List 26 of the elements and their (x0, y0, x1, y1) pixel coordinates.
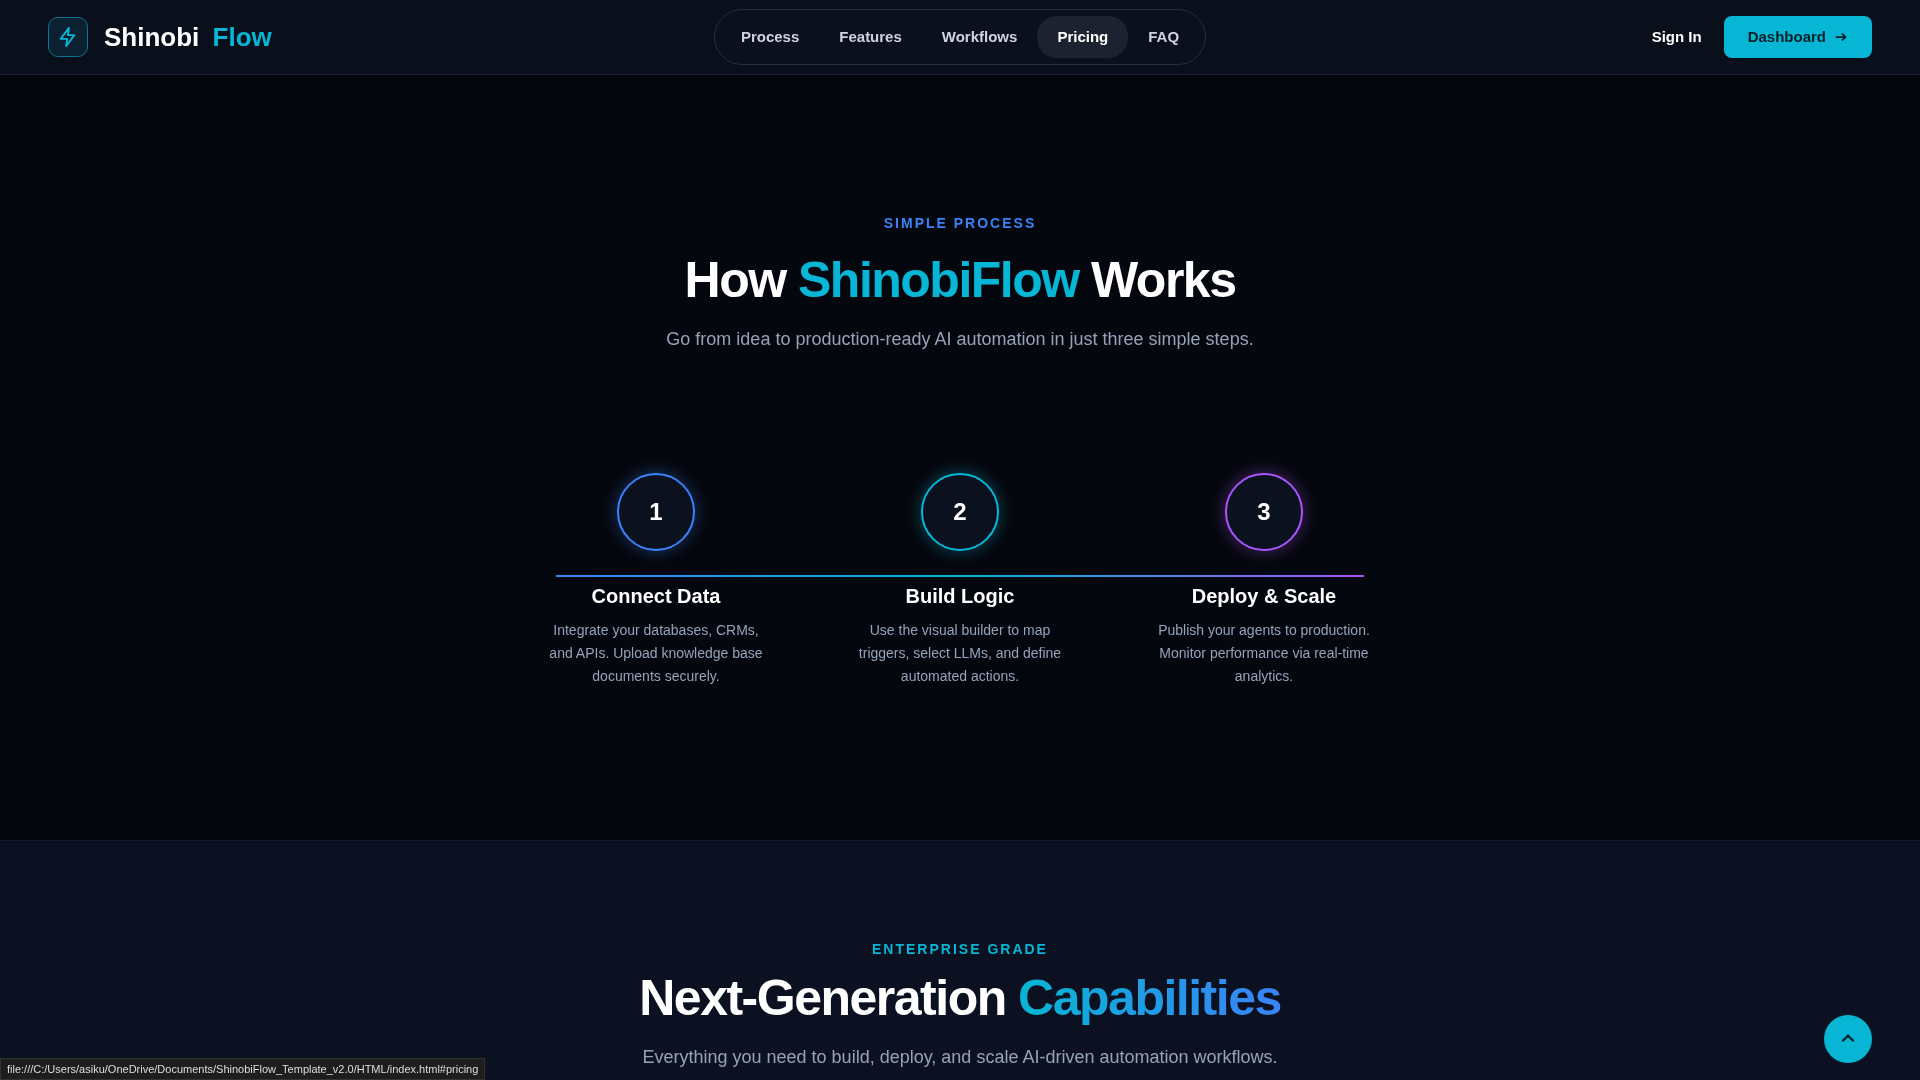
step-title: Connect Data (591, 584, 721, 609)
status-bar: file:///C:/Users/asiku/OneDrive/Documents/ShinobiFlow_Template_v2.0/HTML/index.html#pricing (0, 1057, 486, 1080)
section-subtitle: Everything you need to build, deploy, and scale AI-driven automation workflows. (642, 1046, 1278, 1069)
sign-in-link[interactable]: Sign In (1645, 24, 1708, 50)
dashboard-button[interactable]: Dashboard (1723, 15, 1872, 59)
logo-icon[interactable] (48, 17, 88, 57)
section-heading: Next-Generation Capabilities (638, 969, 1282, 1028)
step-number: 3 (1225, 473, 1303, 551)
brand-name[interactable]: Shinobi Flow (104, 17, 272, 57)
section-eyebrow: ENTERPRISE GRADE (871, 940, 1049, 959)
section-subtitle: Go from idea to production-ready AI automation in just three simple steps. (666, 328, 1254, 351)
step-description: Integrate your databases, CRMs, and APIs. Upload knowledge base documents securely. (548, 621, 764, 686)
nav-link[interactable]: FAQ (1128, 15, 1200, 59)
arrow-right-icon (1834, 30, 1848, 44)
nav-link[interactable]: Workflows (921, 15, 1038, 59)
section-eyebrow: SIMPLE PROCESS (882, 214, 1038, 233)
nav-link[interactable]: Features (819, 15, 922, 59)
step-description: Use the visual builder to map triggers, select LLMs, and define automated actions. (857, 621, 1063, 686)
nav-link[interactable]: Pricing (1037, 15, 1129, 59)
step-title: Build Logic (905, 584, 1015, 609)
nav-link[interactable]: Process (720, 15, 820, 59)
step-description: Publish your agents to production. Monitor performance via real-time analytics. (1157, 621, 1371, 686)
step-number: 2 (921, 473, 999, 551)
step-number: 1 (617, 473, 695, 551)
step-title: Deploy & Scale (1191, 584, 1337, 609)
section-heading: How ShinobiFlow Works (683, 251, 1237, 310)
